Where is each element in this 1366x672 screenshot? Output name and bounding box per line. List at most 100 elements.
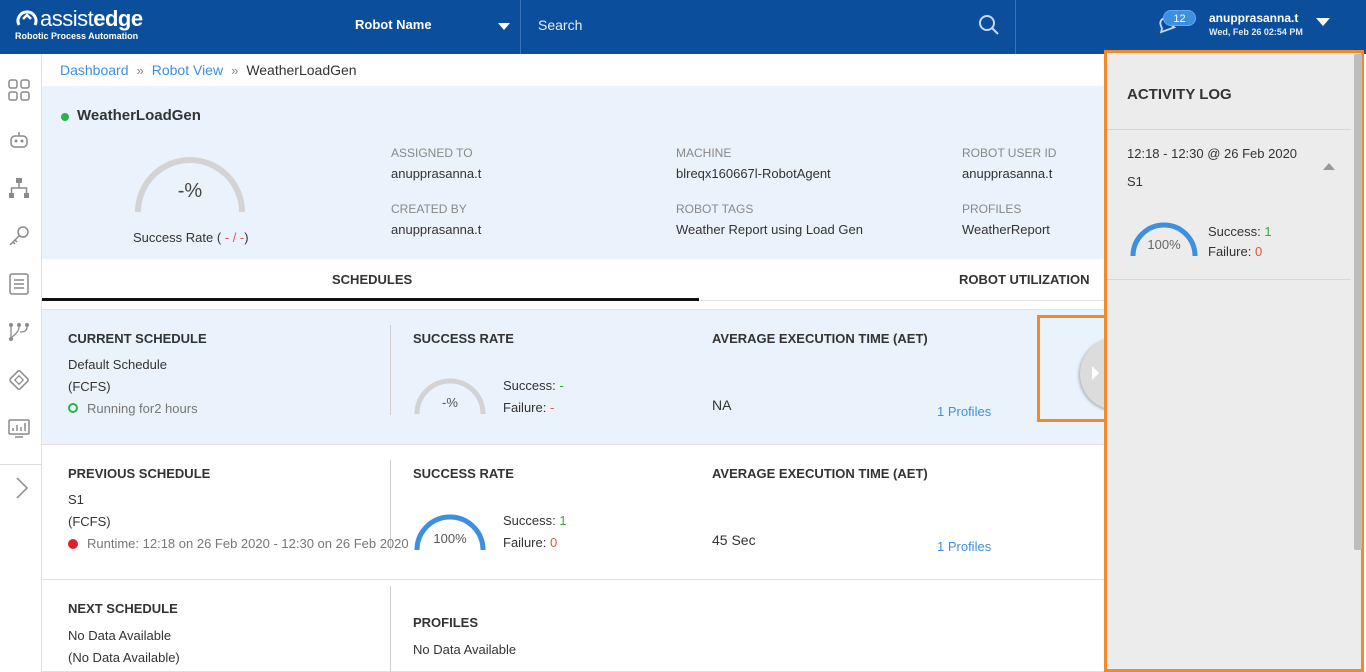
current-schedule-policy: (FCFS) [68,379,111,394]
robot-selector-caret-icon[interactable] [498,23,510,30]
list-icon[interactable] [7,272,31,296]
success-rate-label: Success Rate ( - / -) [133,230,249,245]
activity-entry-name: S1 [1127,174,1143,189]
header-divider [520,0,521,54]
current-profiles-link[interactable]: 1 Profiles [937,404,991,419]
profiles-label: PROFILES [962,202,1022,216]
header-divider [1015,0,1016,54]
breadcrumb-item-current: WeatherLoadGen [246,62,357,78]
current-aet-heading: AVERAGE EXECUTION TIME (AET) [712,331,928,346]
success-rate-gauge: -% [135,157,245,213]
previous-profiles-link[interactable]: 1 Profiles [937,539,991,554]
breadcrumb-separator: » [231,63,239,78]
machine-label: MACHINE [676,146,732,160]
activity-failure-text: Failure: [1208,244,1252,259]
current-success-label: Success: - [503,378,564,393]
logo-text-bold: edge [93,6,143,31]
robot-tags-value: Weather Report using Load Gen [676,222,863,237]
current-aet-value: NA [712,397,732,413]
tab-robot-utilization[interactable]: ROBOT UTILIZATION [959,272,1089,287]
activity-log-scrollbar[interactable] [1354,54,1362,550]
column-separator [390,325,391,415]
breadcrumb-separator: » [136,63,144,78]
success-rate-ratio: - / - [221,230,245,245]
previous-success-text: Success: [503,513,556,528]
activity-success-gauge: 100% [1130,222,1198,257]
previous-schedule-policy: (FCFS) [68,514,111,529]
hierarchy-icon[interactable] [7,176,31,200]
highlight-box [1037,315,1105,422]
breadcrumb-item-robot-view[interactable]: Robot View [152,62,223,78]
next-profiles-value: No Data Available [413,642,517,657]
previous-success-rate-heading: SUCCESS RATE [413,466,514,481]
workflow-icon[interactable] [7,320,31,344]
active-tab-underline [42,298,699,301]
profiles-value: WeatherReport [962,222,1050,237]
previous-success-value: 1 [559,513,567,528]
previous-failure-text: Failure: [503,535,547,550]
current-failure-text: Failure: [503,400,547,415]
previous-success-label: Success: 1 [503,513,567,528]
success-rate-close: ) [244,230,249,245]
previous-schedule-name: S1 [68,492,84,507]
current-success-gauge-value: -% [442,395,458,410]
search-input[interactable]: Search [538,17,582,33]
previous-aet-value: 45 Sec [712,532,756,548]
logo-mark-icon [16,10,38,26]
top-bar: assistedge Robotic Process Automation Ro… [0,0,1366,54]
notification-count-badge[interactable]: 12 [1163,10,1196,26]
activity-success-label: Success: 1 [1208,224,1272,239]
current-schedule-row [42,309,1104,445]
success-rate-gauge-value: -% [178,180,203,202]
machine-value: blreqx160667l-RobotAgent [676,166,831,181]
current-schedule-status: Running for2 hours [87,401,198,416]
chip-icon[interactable] [7,368,31,392]
search-icon[interactable] [978,14,1000,36]
previous-schedule-heading: PREVIOUS SCHEDULE [68,466,211,481]
previous-failure-label: Failure: 0 [503,535,557,550]
activity-failure-label: Failure: 0 [1208,244,1262,259]
robot-user-id-label: ROBOT USER ID [962,146,1057,160]
activity-log-divider [1107,129,1351,130]
activity-log-title: ACTIVITY LOG [1127,86,1232,103]
activity-failure-value: 0 [1254,244,1263,259]
logo-text: assistedge [40,6,143,32]
user-datetime: Wed, Feb 26 02:54 PM [1209,27,1303,37]
user-menu-caret-icon[interactable] [1316,18,1330,26]
monitor-chart-icon[interactable] [7,416,31,440]
current-failure-value: - [549,400,555,415]
created-by-value: anupprasanna.t [391,222,482,237]
robot-tags-label: ROBOT TAGS [676,202,754,216]
next-schedule-heading: NEXT SCHEDULE [68,601,178,616]
left-sidebar [0,54,42,672]
activity-entry-time[interactable]: 12:18 - 12:30 @ 26 Feb 2020 [1127,146,1297,161]
activity-success-text: Success: [1208,224,1261,239]
chevron-right-icon[interactable] [10,476,34,500]
tab-schedules[interactable]: SCHEDULES [332,272,412,287]
current-schedule-name: Default Schedule [68,357,168,372]
current-schedule-heading: CURRENT SCHEDULE [68,331,207,346]
current-success-rate-heading: SUCCESS RATE [413,331,514,346]
previous-failure-value: 0 [549,535,558,550]
column-separator [390,586,391,672]
robot-icon[interactable] [7,128,31,152]
next-profiles-heading: PROFILES [413,615,479,630]
previous-success-gauge: 100% [414,514,486,551]
assigned-to-label: ASSIGNED TO [391,146,473,160]
stopped-status-icon [68,539,78,549]
robot-user-id-value: anupprasanna.t [962,166,1053,181]
robot-selector-label[interactable]: Robot Name [355,17,432,32]
user-name[interactable]: anupprasanna.t [1209,11,1298,25]
breadcrumb: Dashboard » Robot View » WeatherLoadGen [60,62,357,78]
activity-gauge-value: 100% [1147,237,1181,252]
current-success-value: - [559,378,564,393]
activity-success-value: 1 [1264,224,1272,239]
current-success-text: Success: [503,378,556,393]
dashboard-grid-icon[interactable] [7,78,31,102]
collapse-caret-icon[interactable] [1323,163,1335,170]
success-rate-text: Success Rate ( [133,230,222,245]
key-icon[interactable] [7,224,31,248]
breadcrumb-item-dashboard[interactable]: Dashboard [60,62,129,78]
previous-schedule-status: Runtime: 12:18 on 26 Feb 2020 - 12:30 on… [87,536,409,551]
next-schedule-name: No Data Available [68,628,172,643]
